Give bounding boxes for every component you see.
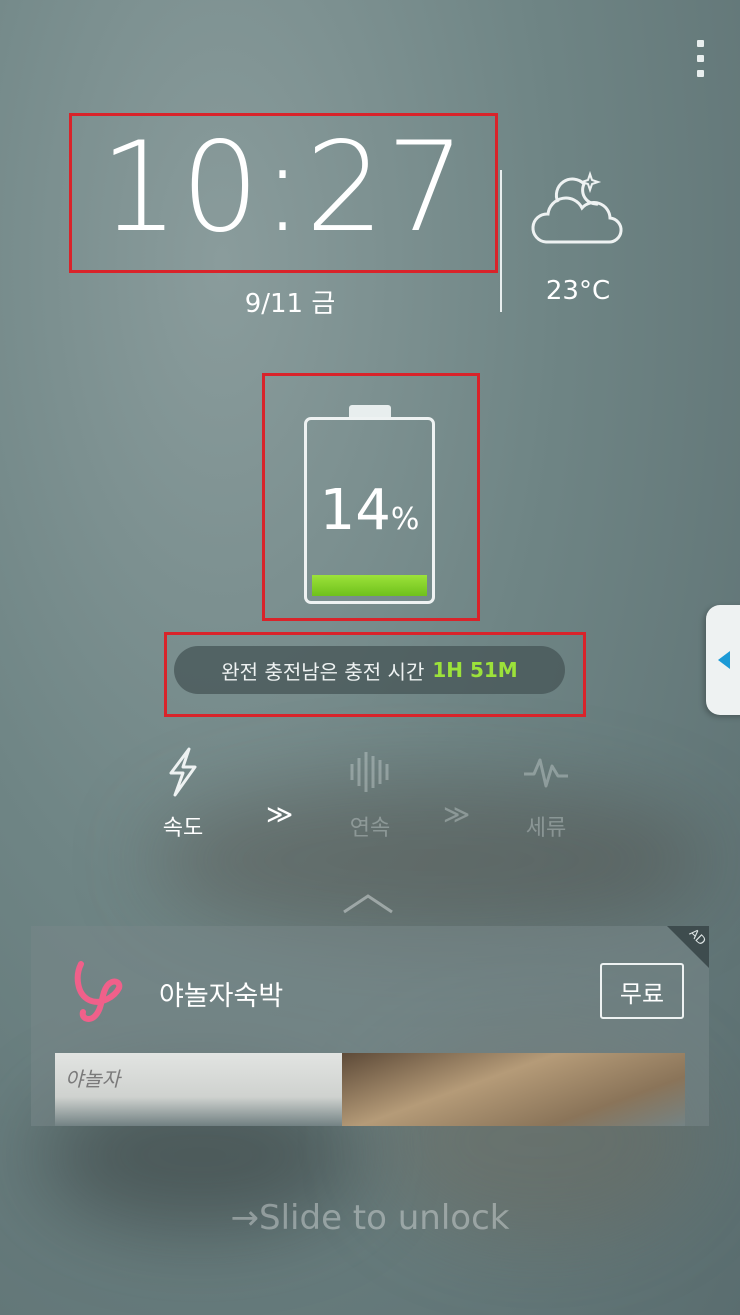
- lightning-icon: [169, 747, 197, 797]
- chevron-right-icon: ≫: [266, 800, 294, 830]
- ad-banner-image[interactable]: 야놀자: [55, 1053, 685, 1126]
- charge-time-label: 완전 충전남은 충전 시간: [221, 659, 425, 684]
- ad-card[interactable]: AD 야놀자숙박 무료 야놀자: [31, 926, 709, 1126]
- ad-banner-left: 야놀자: [55, 1053, 342, 1126]
- mode-speed: 속도: [138, 740, 228, 842]
- ad-banner-text: 야놀자: [65, 1067, 121, 1091]
- chevron-up-icon[interactable]: [340, 888, 396, 918]
- mode-trickle: 세류: [501, 740, 591, 842]
- temperature: 23°C: [545, 276, 611, 306]
- mode-label: 세류: [525, 816, 567, 841]
- arrow-right-icon: →: [230, 1198, 260, 1238]
- arrow-left-icon: [718, 651, 730, 669]
- overflow-menu-icon[interactable]: [690, 40, 710, 77]
- ad-banner-right: [342, 1053, 685, 1126]
- mode-label: 속도: [162, 816, 204, 841]
- yanolja-logo-icon: [74, 961, 123, 1022]
- charge-time-pill: 완전 충전남은 충전 시간 1H 51M: [174, 646, 565, 694]
- mode-label: 연속: [349, 816, 391, 841]
- battery-percent-symbol: %: [390, 502, 420, 537]
- background-blur: [150, 780, 710, 940]
- clock-date: 9/11 금: [244, 289, 336, 319]
- sound-wave-icon: [350, 752, 389, 792]
- clock-time: 10:27: [99, 116, 468, 260]
- divider: [500, 170, 502, 312]
- charge-time-remaining: 1H 51M: [432, 658, 518, 682]
- side-panel-handle[interactable]: [706, 605, 740, 715]
- battery-percent-value: 14: [319, 478, 391, 543]
- mode-continuous: 연속: [325, 740, 415, 842]
- battery-level-fill: [312, 575, 427, 596]
- ad-app-name: 야놀자숙박: [159, 981, 284, 1012]
- slide-to-unlock[interactable]: →Slide to unlock: [0, 1198, 740, 1238]
- unlock-text: Slide to unlock: [259, 1198, 510, 1238]
- cloud-moon-icon: [531, 170, 623, 244]
- chevron-right-icon: ≫: [443, 800, 471, 830]
- free-install-button[interactable]: 무료: [600, 963, 684, 1019]
- battery-percentage: 14%: [304, 478, 435, 543]
- pulse-icon: [524, 758, 568, 788]
